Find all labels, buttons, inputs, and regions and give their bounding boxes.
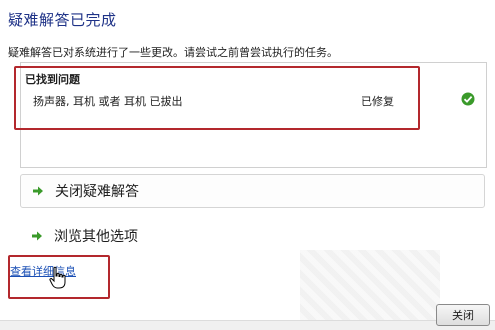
result-row: 扬声器, 耳机 或者 耳机 已拔出 已修复 <box>21 92 486 111</box>
hand-cursor-icon <box>49 266 66 289</box>
check-icon <box>461 92 475 106</box>
browse-options-label: 浏览其他选项 <box>54 229 138 245</box>
green-arrow-icon <box>33 186 43 196</box>
page-title: 疑难解答已完成 <box>8 11 117 29</box>
close-troubleshooter-link[interactable]: 关闭疑难解答 <box>20 174 485 208</box>
blurred-watermark <box>300 250 440 320</box>
close-troubleshooter-label: 关闭疑难解答 <box>55 184 139 200</box>
description-text: 疑难解答已对系统进行了一些更改。请尝试之前曾尝试执行的任务。 <box>8 46 338 59</box>
close-button[interactable]: 关闭 <box>436 304 490 326</box>
result-status: 已修复 <box>361 95 394 108</box>
browse-options-link[interactable]: 浏览其他选项 <box>20 219 485 253</box>
result-name: 扬声器, 耳机 或者 耳机 已拔出 <box>33 95 183 108</box>
green-arrow-icon <box>32 231 42 241</box>
results-header: 已找到问题 <box>25 73 80 86</box>
results-panel: 已找到问题 扬声器, 耳机 或者 耳机 已拔出 已修复 <box>20 62 487 168</box>
